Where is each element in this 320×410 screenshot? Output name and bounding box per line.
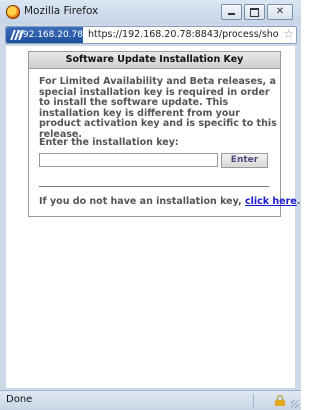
close-button[interactable]: ✕ (267, 4, 293, 20)
lock-icon[interactable] (275, 395, 285, 406)
title-bar: Mozilla Firefox ✕ (0, 0, 301, 24)
url-text[interactable]: https://192.168.20.78:8843/process/show_… (88, 27, 278, 43)
status-separator (253, 394, 254, 407)
no-key-period: . (296, 196, 301, 207)
click-here-link[interactable]: click here (245, 196, 297, 207)
key-label: Enter the installation key: (39, 137, 179, 148)
page-content: Software Update Installation Key For Lim… (6, 46, 300, 388)
site-identity-label: 192.168.20.78 (17, 30, 83, 40)
divider (39, 186, 269, 187)
window-title: Mozilla Firefox (24, 5, 99, 17)
maximize-button[interactable] (244, 4, 265, 20)
enter-button[interactable]: Enter (221, 153, 268, 168)
star-icon[interactable]: ☆ (283, 27, 294, 42)
installation-key-input[interactable] (39, 153, 218, 167)
firefox-icon (6, 5, 20, 19)
status-text: Done (6, 394, 33, 405)
no-key-label: If you do not have an installation key, (39, 196, 242, 207)
browser-window: Mozilla Firefox ✕ 192.168.20.78 https://… (0, 0, 301, 410)
resize-grip[interactable] (291, 400, 299, 408)
dialog-description: For Limited Availability and Beta releas… (39, 76, 277, 140)
no-key-text: If you do not have an installation key, … (39, 196, 300, 207)
site-identity-button[interactable]: 192.168.20.78 (6, 27, 83, 43)
status-bar: Done (0, 390, 301, 410)
address-bar[interactable]: 192.168.20.78 https://192.168.20.78:8843… (5, 26, 297, 44)
installation-key-dialog: Software Update Installation Key For Lim… (28, 51, 300, 217)
site-identity-icon (10, 29, 24, 41)
dialog-title: Software Update Installation Key (29, 52, 280, 69)
window-controls: ✕ (221, 4, 293, 20)
minimize-button[interactable] (221, 4, 242, 20)
close-icon: ✕ (275, 6, 285, 17)
